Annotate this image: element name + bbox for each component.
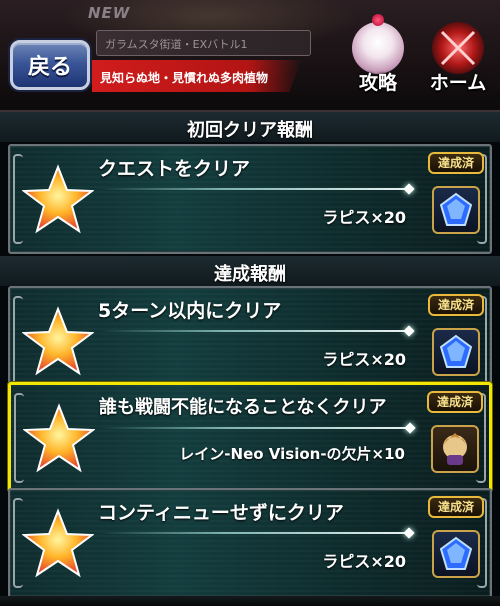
reward-amount: ラピス×20 — [322, 350, 406, 369]
home-label: ホーム — [429, 72, 487, 94]
back-button[interactable]: 戻る — [10, 40, 90, 90]
lapis-icon — [432, 328, 480, 376]
quest-header: NEW 戻る ガラムスタ街道・EXバトル1 見知らぬ地・見慣れぬ多肉植物 攻略 … — [0, 0, 500, 112]
lapis-icon — [432, 530, 480, 578]
card-divider — [100, 188, 410, 190]
achieved-badge: 達成済 — [427, 391, 483, 413]
reward-title: 5ターン以内にクリア — [98, 300, 282, 322]
card-divider — [101, 427, 411, 429]
card-divider — [100, 532, 410, 534]
achieved-badge: 達成済 — [428, 294, 484, 316]
home-emblem-icon — [432, 22, 484, 74]
quest-name: ガラムスタ街道・EXバトル1 — [96, 30, 311, 56]
reward-card-3: 誰も戦闘不能になることなくクリア レイン-Neo Vision-の欠片×10 達… — [8, 382, 492, 492]
lapis-icon — [432, 186, 480, 234]
card-divider — [100, 330, 410, 332]
achievement-title: 達成報酬 — [214, 264, 286, 285]
bottom-strip — [0, 596, 500, 606]
reward-amount: レイン-Neo Vision-の欠片×10 — [179, 445, 405, 463]
moogle-icon — [352, 14, 404, 74]
quest-subtitle: 見知らぬ地・見慣れぬ多肉植物 — [92, 60, 302, 92]
reward-card-4: コンティニューせずにクリア ラピス×20 達成済 — [8, 488, 492, 598]
reward-card-2: 5ターン以内にクリア ラピス×20 達成済 — [8, 286, 492, 396]
reward-title: コンティニューせずにクリア — [98, 502, 344, 524]
first-clear-title: 初回クリア報酬 — [187, 120, 313, 141]
strategy-label: 攻略 — [358, 72, 397, 94]
achieved-badge: 達成済 — [428, 496, 484, 518]
reward-card-1: クエストをクリア ラピス×20 達成済 — [8, 144, 492, 254]
reward-title: クエストをクリア — [98, 158, 251, 180]
new-label: NEW — [88, 4, 131, 22]
reward-title: 誰も戦闘不能になることなくクリア — [99, 397, 387, 418]
achieved-badge: 達成済 — [428, 152, 484, 174]
star-icon — [22, 306, 94, 376]
reward-amount: ラピス×20 — [322, 208, 406, 227]
strategy-button[interactable]: 攻略 — [340, 14, 416, 100]
reward-amount: ラピス×20 — [322, 552, 406, 571]
star-icon — [22, 508, 94, 578]
rain-shard-icon — [431, 425, 479, 473]
home-button[interactable]: ホーム — [420, 22, 496, 100]
star-icon — [23, 403, 95, 473]
crossed-swords-icon — [440, 30, 476, 66]
star-icon — [22, 164, 94, 234]
